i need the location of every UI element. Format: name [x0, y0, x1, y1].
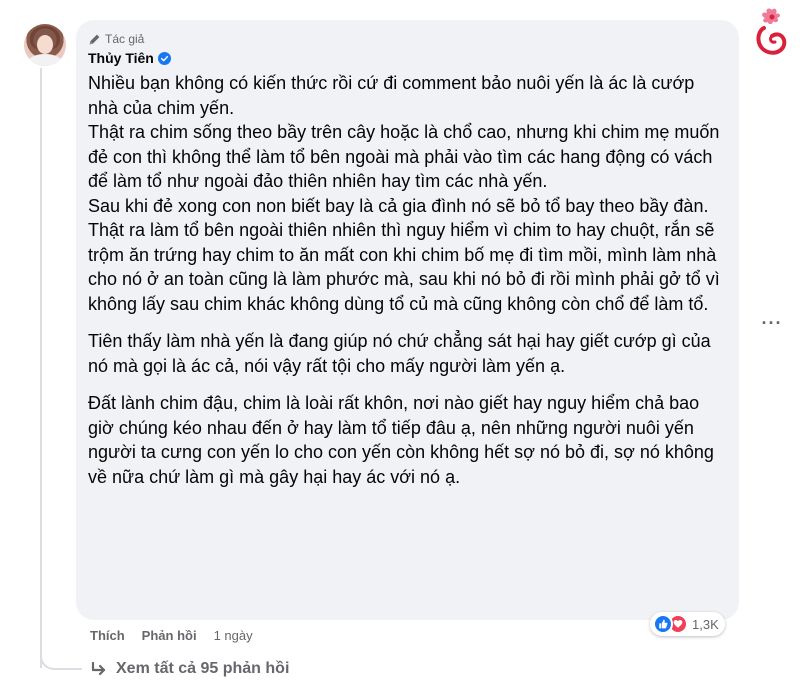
- author-badge-label: Tác giả: [105, 32, 145, 46]
- comment-paragraph: Đất lành chim đậu, chim là loài rất khôn…: [88, 393, 714, 487]
- verified-badge-icon: [157, 51, 171, 65]
- thread-line: [40, 68, 42, 668]
- thread-connector: [40, 638, 82, 670]
- reply-button[interactable]: Phản hồi: [142, 628, 197, 643]
- reaction-count: 1,3K: [692, 616, 719, 632]
- avatar[interactable]: [24, 24, 66, 66]
- view-all-replies-button[interactable]: Xem tất cả 95 phản hồi: [90, 658, 289, 680]
- comment-paragraph: Nhiều bạn không có kiến thức rồi cứ đi c…: [88, 73, 695, 118]
- comment-paragraph: Thật ra chim sống theo bầy trên cây hoặc…: [88, 122, 720, 191]
- author-badge: Tác giả: [88, 31, 727, 47]
- pencil-icon: [89, 34, 100, 44]
- comment-paragraph: Thật ra làm tổ bên ngoài thiên nhiên thì…: [88, 220, 720, 314]
- view-replies-label: Xem tất cả 95 phản hồi: [116, 660, 290, 677]
- comment-timestamp[interactable]: 1 ngày: [214, 628, 253, 643]
- like-icon: [653, 614, 673, 634]
- comment-paragraph: Sau khi đẻ xong con non biết bay là cả g…: [88, 195, 709, 216]
- reply-arrow-icon: [90, 661, 108, 677]
- brand-logo-icon: [756, 8, 787, 55]
- like-button[interactable]: Thích: [90, 628, 125, 643]
- reactions-summary[interactable]: 1,3K: [650, 612, 725, 636]
- comment-paragraph: Tiên thấy làm nhà yến là đang giúp nó ch…: [88, 331, 711, 376]
- comment-bubble: Tác giả Thủy Tiên Nhiều bạn không có kiế…: [76, 20, 739, 620]
- more-options-button[interactable]: ···: [760, 311, 784, 335]
- comment-actions: Thích Phản hồi 1 ngày: [90, 626, 253, 644]
- author-name[interactable]: Thủy Tiên: [88, 50, 154, 66]
